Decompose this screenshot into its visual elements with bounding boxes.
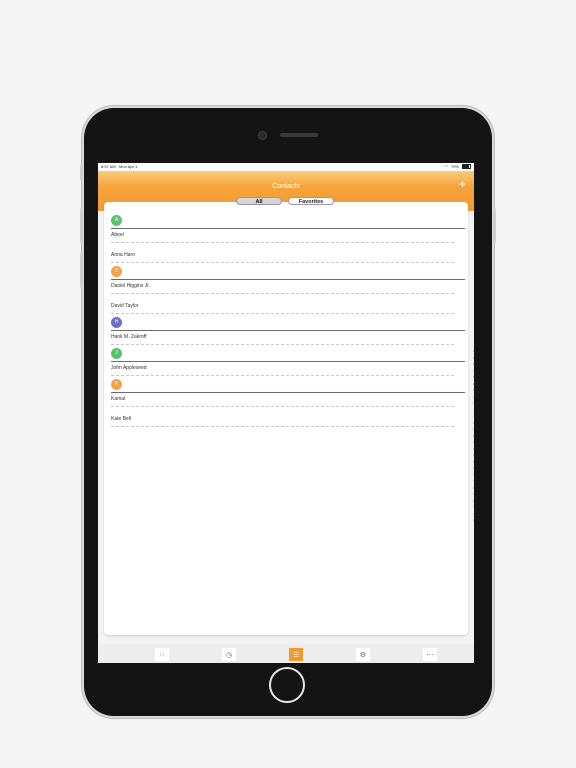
section-letter-badge: A	[111, 215, 122, 226]
index-letter[interactable]: Z	[471, 517, 474, 524]
section-header: J	[111, 348, 465, 362]
tab-bar: ⁙ ◷ ☰ ⚙ ⋯	[98, 644, 474, 663]
section-header: A	[111, 215, 465, 229]
section-divider	[111, 361, 465, 362]
contact-name: Daniel Higgins Jr.	[111, 283, 150, 289]
page-title: Contacts	[272, 183, 300, 190]
section-divider	[111, 279, 465, 280]
section-header: D	[111, 266, 465, 280]
section-letter-badge: H	[111, 317, 122, 328]
plus-icon[interactable]: +	[459, 178, 466, 190]
row-separator	[111, 293, 454, 294]
contact-name: David Taylor	[111, 303, 139, 309]
battery-percent: 79%	[450, 164, 459, 169]
row-separator	[111, 262, 454, 263]
keypad-icon[interactable]: ⁙	[155, 648, 169, 661]
side-button	[80, 165, 83, 181]
segment-all[interactable]: All	[236, 197, 282, 205]
contact-name: Hank M. Zakroff	[111, 334, 147, 340]
status-time-date: 8:57 AM Mon Apr 1	[101, 164, 137, 169]
contacts-icon[interactable]: ☰	[289, 648, 303, 661]
status-right: ◠ 79%	[444, 164, 471, 169]
row-separator	[111, 313, 454, 314]
row-separator	[111, 406, 454, 407]
contact-name: John Appleseed	[111, 365, 147, 371]
section-divider	[111, 228, 465, 229]
section-letter-badge: K	[111, 379, 122, 390]
power-button	[493, 208, 496, 243]
speaker	[280, 133, 318, 137]
row-separator	[111, 426, 454, 427]
clock-icon[interactable]: ◷	[222, 648, 236, 661]
section-letter-badge: D	[111, 266, 122, 277]
home-button[interactable]	[269, 667, 305, 703]
row-separator	[111, 375, 454, 376]
section-letter-badge: J	[111, 348, 122, 359]
gear-icon[interactable]: ⚙	[356, 648, 370, 661]
volume-down-button	[80, 253, 83, 288]
segment-favorites[interactable]: Favorites	[288, 197, 334, 205]
camera	[258, 131, 267, 140]
screen: 8:57 AM Mon Apr 1 ◠ 79% Contacts + A Abee…	[98, 163, 474, 663]
contact-name: Abeel	[111, 232, 124, 238]
more-icon[interactable]: ⋯	[423, 648, 437, 661]
section-header: K	[111, 379, 465, 393]
segmented-control: All Favorites	[236, 197, 334, 205]
contact-name: Kamal	[111, 396, 126, 402]
volume-up-button	[80, 208, 83, 243]
row-separator	[111, 242, 454, 243]
battery-icon	[462, 164, 471, 169]
status-bar: 8:57 AM Mon Apr 1 ◠ 79%	[98, 163, 474, 171]
wifi-icon: ◠	[444, 164, 448, 169]
section-header: H	[111, 317, 465, 331]
section-divider	[111, 392, 465, 393]
contacts-card: A Abeel Anna Haro D Daniel Higgins Jr. David …	[104, 202, 474, 635]
contact-name: Kate Bell	[111, 416, 132, 422]
section-divider	[111, 330, 465, 331]
status-date: Mon Apr 1	[119, 164, 138, 169]
contact-name: Anna Haro	[111, 252, 135, 258]
status-time: 8:57 AM	[101, 164, 116, 169]
section-index[interactable]: #ABCDEFGHIJKLMNOPQRSTUVWXYZ	[471, 348, 474, 524]
row-separator	[111, 344, 454, 345]
